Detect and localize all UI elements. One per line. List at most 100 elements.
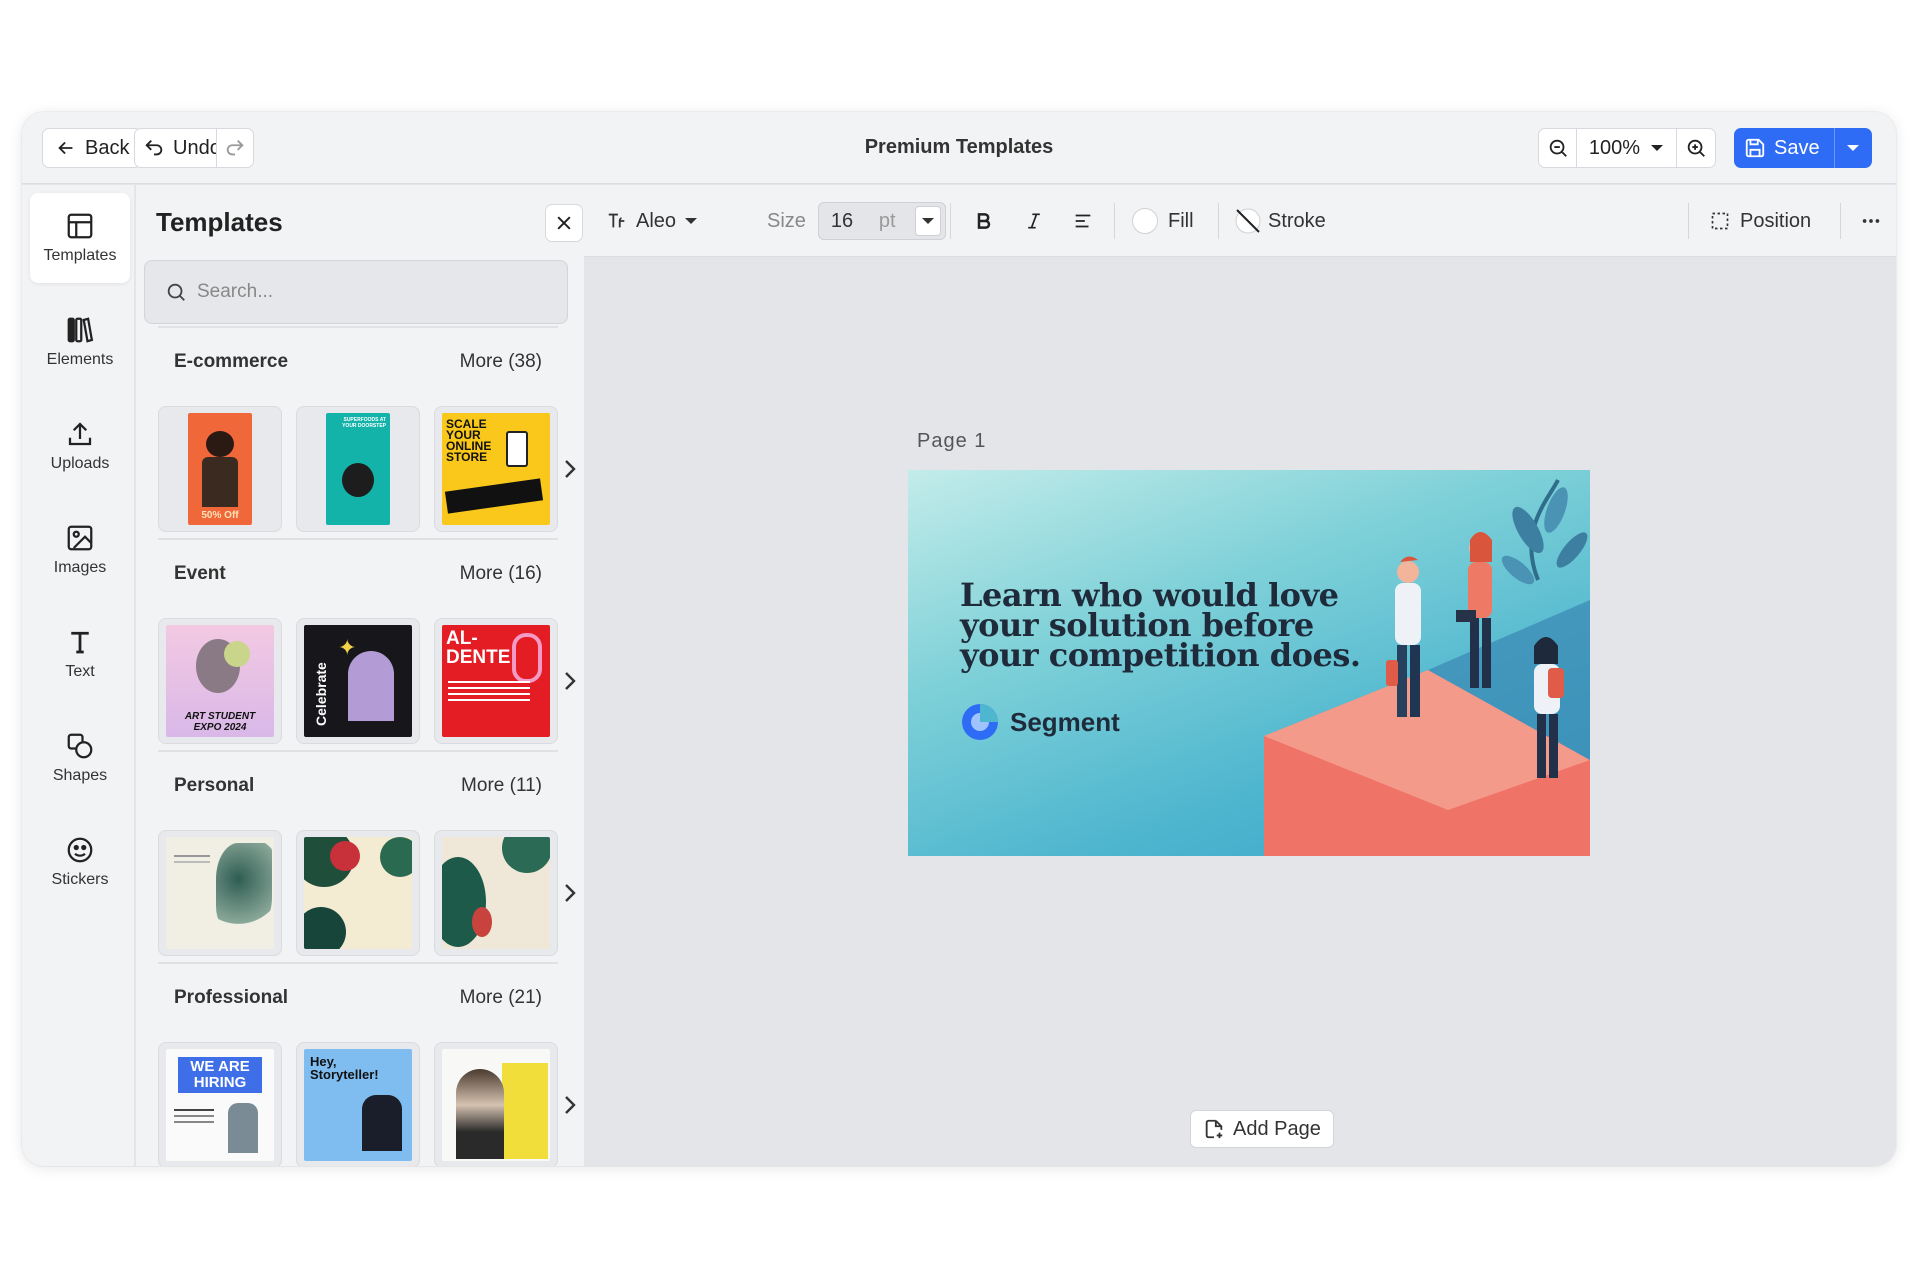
bold-button[interactable] [974, 185, 994, 257]
canvas-area: Page 1 Learn who would love your solutio… [584, 258, 1896, 1166]
scroll-right-button[interactable] [558, 666, 582, 696]
size-input[interactable]: 16 pt [817, 202, 946, 240]
layout-icon [67, 213, 93, 239]
more-link[interactable]: More (16) [460, 563, 542, 585]
close-panel-button[interactable] [545, 204, 583, 242]
template-thumbnail[interactable]: SUPERFOODS AT YOUR DOORSTEP [296, 406, 420, 532]
scroll-right-button[interactable] [558, 454, 582, 484]
add-page-button[interactable]: Add Page [1190, 1110, 1334, 1148]
thumbnail-text: WE ARE HIRING [178, 1057, 262, 1093]
sidebar-item-elements[interactable]: Elements [30, 297, 130, 387]
stroke-button[interactable]: Stroke [1234, 185, 1326, 257]
templates-panel: Templates E-commerce More (38) 50% Off [136, 185, 584, 1166]
sidebar-item-label: Stickers [51, 871, 109, 888]
close-icon [557, 216, 571, 230]
sidebar-item-label: Shapes [52, 767, 108, 784]
search-box [144, 260, 568, 324]
search-icon [167, 283, 185, 301]
more-horizontal-icon [1862, 219, 1880, 223]
shapes-icon [67, 733, 93, 759]
scroll-right-button[interactable] [558, 878, 582, 908]
sidebar-item-label: Templates [43, 247, 117, 264]
caret-down-icon [1651, 145, 1664, 151]
thumbnail-text: Celebrate [313, 662, 329, 726]
sticker-icon [67, 837, 93, 863]
category-header: E-commerce More (38) [158, 326, 558, 396]
zoom-out-button[interactable] [1539, 129, 1577, 167]
zoom-value: 100% [1588, 136, 1641, 159]
sidebar-item-templates[interactable]: Templates [30, 193, 130, 283]
search-input[interactable] [197, 281, 557, 303]
align-left-icon [1075, 214, 1091, 228]
thumbnail-row: 50% Off SUPERFOODS AT YOUR DOORSTEP SCAL… [158, 406, 578, 532]
sidebar-item-images[interactable]: Images [30, 505, 130, 595]
save-options-button[interactable] [1833, 128, 1872, 168]
size-control: Size 16 pt [767, 185, 946, 257]
sidebar-item-shapes[interactable]: Shapes [30, 713, 130, 803]
template-thumbnail[interactable]: ART STUDENT EXPO 2024 [158, 618, 282, 744]
thumbnail-row: ART STUDENT EXPO 2024 Celebrate ✦ AL-DEN… [158, 618, 578, 744]
zoom-control: 100% [1538, 128, 1716, 168]
design-page[interactable]: Learn who would love your solution befor… [908, 470, 1590, 856]
zoom-in-icon [1687, 139, 1705, 157]
position-button[interactable]: Position [1710, 185, 1811, 257]
sidebar-item-label: Uploads [50, 455, 110, 472]
zoom-out-icon [1549, 139, 1567, 157]
fill-button[interactable]: Fill [1132, 185, 1194, 257]
template-thumbnail[interactable]: 50% Off [158, 406, 282, 532]
fill-swatch [1132, 208, 1158, 234]
template-thumbnail[interactable] [434, 1042, 558, 1166]
category-name: Personal [174, 775, 255, 796]
more-link[interactable]: More (11) [461, 775, 542, 797]
template-thumbnail[interactable]: Celebrate ✦ [296, 618, 420, 744]
font-icon [608, 213, 625, 228]
thumbnail-row: WE ARE HIRING Hey, Storyteller! [158, 1042, 578, 1166]
position-icon [1711, 212, 1729, 230]
sidebar-item-stickers[interactable]: Stickers [30, 817, 130, 907]
template-thumbnail[interactable]: WE ARE HIRING [158, 1042, 282, 1166]
brand-logo[interactable]: Segment [960, 702, 1120, 742]
caret-down-icon [1847, 145, 1860, 151]
more-options-button[interactable] [1860, 185, 1882, 257]
sidebar-item-label: Images [53, 559, 107, 576]
thumbnail-text: AL-DENTE [446, 628, 511, 668]
font-select[interactable]: Aleo [606, 185, 698, 257]
template-thumbnail[interactable]: SCALE YOUR ONLINE STORE [434, 406, 558, 532]
divider [1840, 203, 1841, 239]
thumbnail-text: ART STUDENT EXPO 2024 [184, 711, 256, 733]
sidebar-item-text[interactable]: Text [30, 609, 130, 699]
thumbnail-text: SCALE YOUR ONLINE STORE [446, 417, 492, 464]
italic-button[interactable] [1024, 185, 1044, 257]
chevron-right-icon [565, 460, 576, 478]
sidebar-rail: Templates Elements Uploads Images Text S… [22, 185, 134, 1166]
sidebar-item-label: Text [65, 663, 95, 680]
save-button[interactable]: Save [1734, 128, 1834, 168]
caret-down-icon [685, 218, 698, 224]
thumbnail-row [158, 830, 578, 956]
add-page-icon [1205, 1119, 1223, 1139]
more-link[interactable]: More (21) [460, 987, 542, 1009]
fill-label: Fill [1168, 209, 1194, 232]
stroke-label: Stroke [1268, 209, 1326, 232]
chevron-right-icon [565, 884, 576, 902]
text-toolbar: Aleo Size 16 pt Fill Stroke Position [584, 185, 1896, 257]
category-header: Professional More (21) [158, 962, 558, 1032]
zoom-in-button[interactable] [1677, 129, 1715, 167]
size-dropdown-button[interactable] [914, 206, 941, 236]
top-bar: Back Undo Premium Templates 100% Save [22, 112, 1896, 184]
sidebar-item-uploads[interactable]: Uploads [30, 401, 130, 491]
image-icon [67, 525, 93, 551]
align-button[interactable] [1072, 185, 1094, 257]
stroke-none-icon [1235, 208, 1261, 234]
template-thumbnail[interactable]: Hey, Storyteller! [296, 1042, 420, 1166]
more-link[interactable]: More (38) [460, 351, 542, 373]
template-thumbnail[interactable] [434, 830, 558, 956]
template-thumbnail[interactable]: AL-DENTE [434, 618, 558, 744]
template-thumbnail[interactable] [158, 830, 282, 956]
category-name: Event [174, 563, 226, 584]
zoom-select[interactable]: 100% [1577, 129, 1677, 167]
template-thumbnail[interactable] [296, 830, 420, 956]
scroll-right-button[interactable] [558, 1090, 582, 1120]
design-headline[interactable]: Learn who would love your solution befor… [960, 579, 1380, 671]
caret-down-icon [921, 218, 934, 224]
